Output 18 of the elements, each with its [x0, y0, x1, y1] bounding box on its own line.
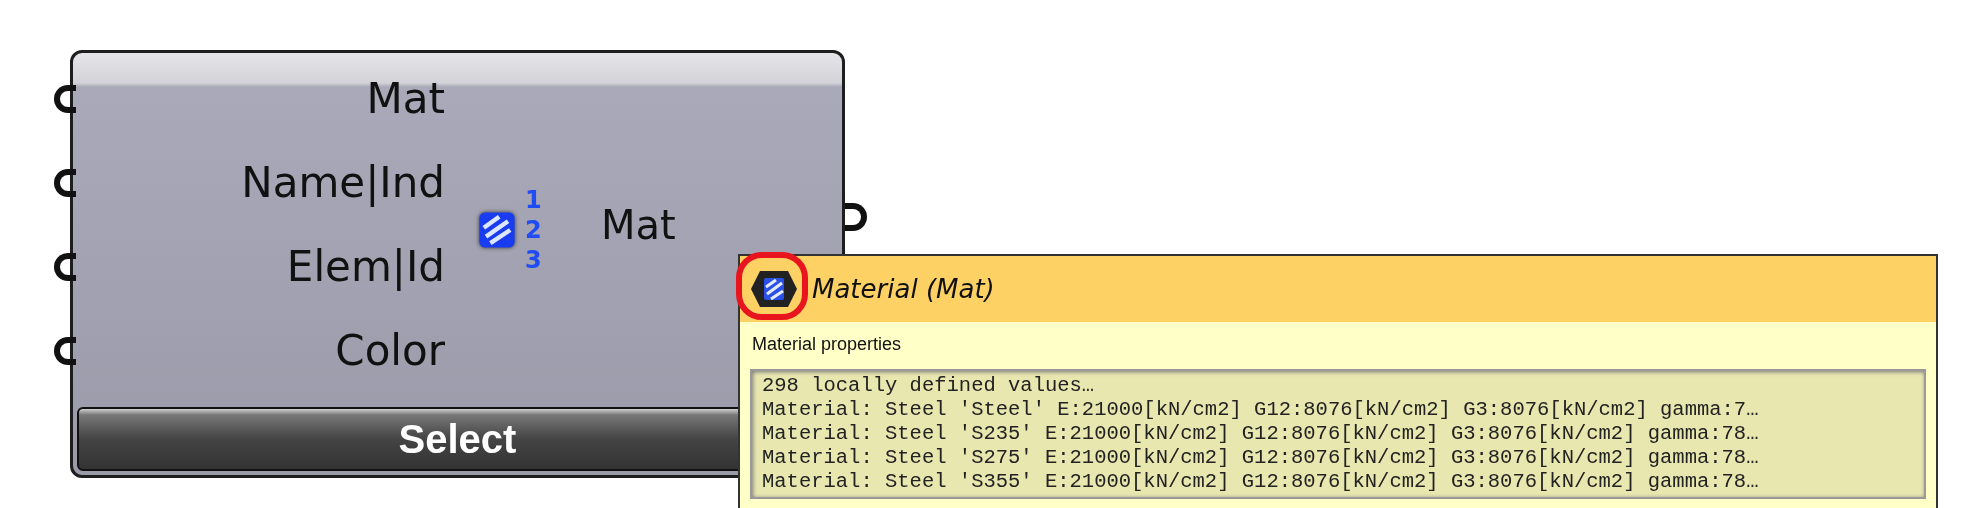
tooltip-description: Material properties	[751, 333, 903, 356]
hexagon-icon	[750, 269, 798, 309]
output-label: Mat	[601, 202, 676, 248]
input-grip[interactable]	[54, 337, 76, 365]
value-line: 298 locally defined values…	[762, 374, 1096, 398]
input-grip[interactable]	[54, 85, 76, 113]
input-label: Name|Ind	[241, 157, 445, 207]
input-label: Elem|Id	[286, 241, 445, 291]
input-label: Mat	[366, 73, 445, 123]
list-index-number: 3	[525, 245, 542, 275]
input-grip[interactable]	[54, 169, 76, 197]
list-index-number: 2	[525, 215, 542, 245]
value-line: Material: Steel 'S355' E:21000[kN/cm2] G12:8076[kN/cm2] G3:8076[kN/cm2] gamma:78…	[762, 470, 1760, 494]
output-grip[interactable]	[845, 203, 867, 231]
input-label: Color	[335, 325, 445, 375]
input-grip[interactable]	[54, 253, 76, 281]
tooltip-title: Material (Mat)	[812, 274, 995, 304]
list-index-number: 1	[525, 185, 542, 215]
